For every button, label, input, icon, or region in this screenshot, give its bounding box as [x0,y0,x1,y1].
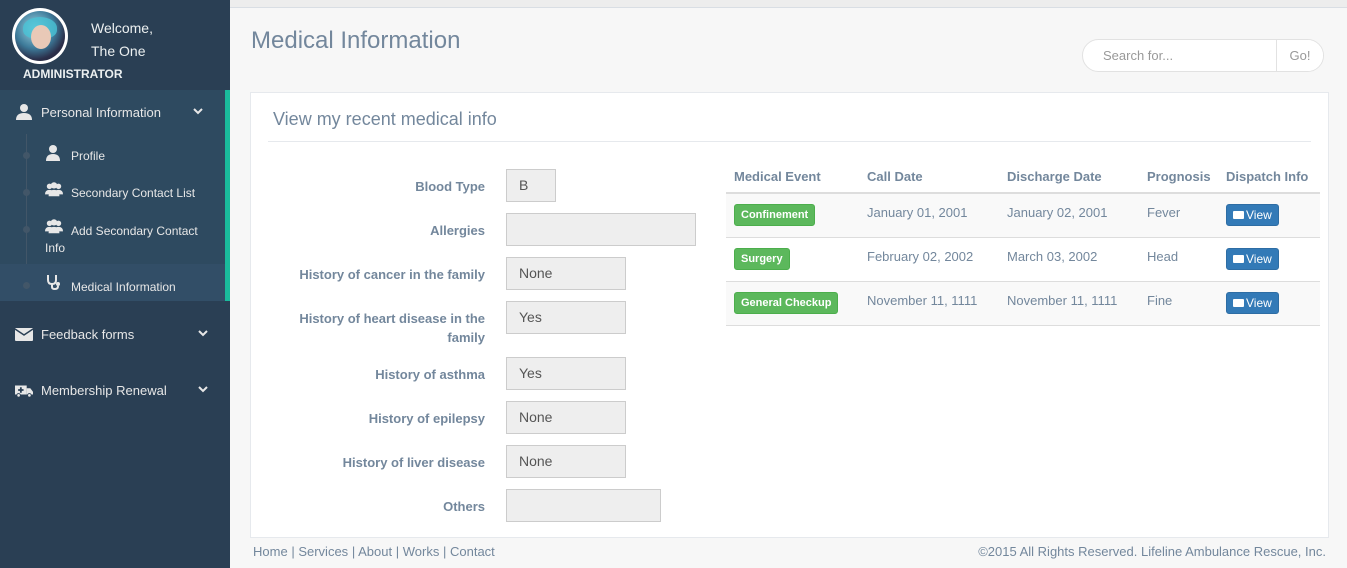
chevron-down-icon [193,108,203,115]
search-bar: Go! [1082,39,1324,72]
sidebar-item-label: Secondary Contact List [71,186,196,200]
nav-feedback-label: Feedback forms [41,327,135,342]
table-header-call-date: Call Date [867,169,923,184]
view-button-label: View [1246,252,1272,266]
top-bar [230,0,1347,8]
panel-title: View my recent medical info [273,109,497,129]
liver-disease-history-label: History of liver disease [342,455,485,470]
user-icon [46,145,60,161]
footer-separator: | [291,544,295,559]
folder-icon [1233,255,1244,263]
others-label: Others [443,499,485,514]
sidebar-item-label: Profile [71,149,106,163]
footer-link-services[interactable]: Services [298,544,348,559]
event-badge: General Checkup [734,292,839,314]
nav-feedback-forms[interactable]: Feedback forms [0,312,230,356]
footer-link-home[interactable]: Home [253,544,288,559]
allergies-field[interactable] [506,213,696,246]
nav-membership-renewal[interactable]: Membership Renewal [0,368,230,412]
bullet-dot [23,282,30,289]
blood-type-label: Blood Type [415,179,485,194]
footer-link-contact[interactable]: Contact [450,544,495,559]
table-header-prognosis: Prognosis [1147,169,1211,184]
table-header-dispatch-info: Dispatch Info [1226,169,1309,184]
search-go-button[interactable]: Go! [1276,40,1323,71]
table-header-medical-event: Medical Event [734,169,821,184]
folder-icon [1233,211,1244,219]
sidebar-item-profile[interactable]: Profile [0,134,225,171]
view-button[interactable]: View [1226,204,1279,226]
footer-separator: | [442,544,447,559]
search-input[interactable] [1083,40,1277,71]
footer-link-about[interactable]: About [358,544,392,559]
view-button-label: View [1246,208,1272,222]
cancer-history-field[interactable]: None [506,257,626,290]
users-icon [45,182,63,197]
bullet-dot [23,189,30,196]
table-header-discharge-date: Discharge Date [1007,169,1102,184]
folder-icon [1233,299,1244,307]
ambulance-icon [15,385,33,398]
liver-disease-history-field[interactable]: None [506,445,626,478]
nav-personal-label: Personal Information [41,105,161,120]
sidebar-item-add-secondary-contact[interactable]: Add Secondary Contact Info [0,208,225,264]
allergies-label: Allergies [430,223,485,238]
event-badge: Confinement [734,204,816,226]
discharge-date-cell: January 02, 2001 [1007,205,1108,220]
heart-disease-history-label: History of heart disease in the family [299,311,485,345]
sidebar-item-label: Medical Information [71,280,176,294]
sidebar-item-medical-information[interactable]: Medical Information [0,264,225,301]
cancer-history-label: History of cancer in the family [299,267,485,282]
avatar[interactable] [12,8,68,64]
nav-membership-label: Membership Renewal [41,383,167,398]
prognosis-cell: Fever [1147,205,1181,220]
heart-disease-history-field[interactable]: Yes [506,301,626,334]
sidebar: Welcome, The One ADMINISTRATOR Personal … [0,0,230,568]
sidebar-item-secondary-contacts[interactable]: Secondary Contact List [0,171,225,208]
footer-copyright: ©2015 All Rights Reserved. Lifeline Ambu… [978,544,1326,559]
personal-submenu: Profile Secondary Contact List Add Secon… [0,134,230,301]
call-date-cell: November 11, 1111 [867,293,978,308]
footer-links: Home | Services | About | Works | Contac… [253,544,495,559]
page-title: Medical Information [251,27,461,54]
call-date-cell: February 02, 2002 [867,249,974,264]
others-field[interactable] [506,489,661,522]
user-icon [16,104,32,120]
chevron-down-icon [198,330,208,337]
table-row: General Checkup November 11, 1111 Novemb… [726,282,1320,326]
call-date-cell: January 01, 2001 [867,205,968,220]
table-row: Surgery February 02, 2002 March 03, 2002… [726,238,1320,282]
footer-separator: | [395,544,400,559]
envelope-icon [15,328,33,341]
discharge-date-cell: November 11, 1111 [1007,293,1118,308]
view-button-label: View [1246,296,1272,310]
user-role: ADMINISTRATOR [23,67,123,81]
prognosis-cell: Fine [1147,293,1173,308]
footer-separator: | [351,544,356,559]
profile-summary: Welcome, The One ADMINISTRATOR [0,0,230,90]
blood-type-field[interactable]: B [506,169,556,202]
discharge-date-cell: March 03, 2002 [1007,249,1098,264]
bullet-dot [23,152,30,159]
sidebar-item-label: Add Secondary Contact Info [45,224,198,255]
epilepsy-history-field[interactable]: None [506,401,626,434]
asthma-history-label: History of asthma [375,367,485,382]
panel-divider [268,141,1311,142]
footer-link-works[interactable]: Works [403,544,440,559]
view-button[interactable]: View [1226,292,1279,314]
welcome-text: Welcome, [91,20,153,36]
username: The One [91,43,146,59]
prognosis-cell: Head [1147,249,1179,264]
medical-info-panel: View my recent medical info Blood Type B… [250,92,1329,538]
view-button[interactable]: View [1226,248,1279,270]
chevron-down-icon [198,386,208,393]
epilepsy-history-label: History of epilepsy [368,411,485,426]
bullet-dot [23,226,30,233]
nav-personal-information[interactable]: Personal Information [0,90,230,134]
event-badge: Surgery [734,248,790,270]
asthma-history-field[interactable]: Yes [506,357,626,390]
stethoscope-icon [47,275,60,290]
table-row: Confinement January 01, 2001 January 02,… [726,194,1320,238]
